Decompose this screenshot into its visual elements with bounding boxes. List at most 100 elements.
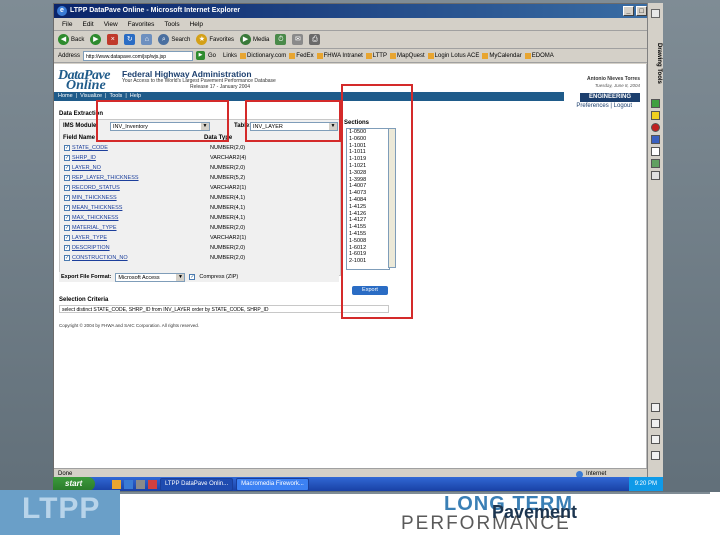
- go-arrow-icon[interactable]: ▶: [196, 51, 206, 60]
- search-icon: ⌕: [158, 34, 170, 45]
- refresh-button[interactable]: ↻: [124, 34, 136, 45]
- mail-button[interactable]: ✉: [292, 34, 304, 45]
- media-icon: ▶: [240, 34, 252, 45]
- maximize-button[interactable]: □: [636, 6, 647, 16]
- export-format-row: Export File Format: Microsoft Access ▼ ✓…: [59, 272, 339, 282]
- compress-label: Compress (ZIP): [199, 274, 239, 280]
- highlight-table: [245, 100, 341, 142]
- media-button[interactable]: ▶ Media: [240, 34, 269, 45]
- menu-favorites[interactable]: Favorites: [128, 18, 155, 30]
- release-info: Release 17 - January 2004: [190, 84, 251, 90]
- tool-icon[interactable]: [651, 135, 660, 144]
- taskbar-item-ie[interactable]: LTPP DataPave Onlin...: [160, 477, 234, 491]
- field-row: ✓ REP_LAYER_THICKNESS NUMBER(5,2): [64, 175, 246, 181]
- quicklaunch-icon[interactable]: [124, 479, 133, 489]
- link-icon: [240, 52, 247, 59]
- field-checkbox[interactable]: ✓: [64, 155, 70, 161]
- highlight-sections: [341, 84, 413, 319]
- link-icon: [365, 52, 372, 59]
- go-button[interactable]: Go: [208, 53, 216, 59]
- link-mycalendar[interactable]: MyCalendar: [482, 52, 522, 59]
- link-edoma[interactable]: EDOMA: [524, 52, 554, 59]
- address-bar: Address http://www.datapave.com/jsp/wjs.…: [54, 49, 662, 63]
- panel-icon[interactable]: [651, 9, 660, 18]
- field-checkbox[interactable]: ✓: [64, 165, 70, 171]
- field-checkbox[interactable]: ✓: [64, 175, 70, 181]
- field-checkbox[interactable]: ✓: [64, 185, 70, 191]
- tool-icon[interactable]: [651, 111, 660, 120]
- quicklaunch-icon[interactable]: [136, 479, 145, 489]
- quicklaunch-icon[interactable]: [112, 479, 121, 489]
- favorites-button[interactable]: ★ Favorites: [196, 34, 234, 45]
- link-icon: [524, 52, 531, 59]
- menu-help[interactable]: Help: [190, 18, 203, 30]
- tool-icon[interactable]: [651, 171, 660, 180]
- tool-icon[interactable]: [651, 159, 660, 168]
- tool-icon[interactable]: [651, 123, 660, 132]
- tool-icon[interactable]: [651, 403, 660, 412]
- quicklaunch-icon[interactable]: [148, 479, 157, 489]
- back-button[interactable]: ◀ Back: [58, 34, 84, 45]
- minimize-button[interactable]: _: [623, 6, 634, 16]
- extraction-form: IMS Module: INV_Inventory ▼ Table: INV_L…: [59, 119, 341, 276]
- preferences-logout[interactable]: Preferences | Logout: [576, 103, 632, 109]
- menu-bar: File Edit View Favorites Tools Help: [54, 18, 662, 31]
- field-checkbox[interactable]: ✓: [64, 245, 70, 251]
- stop-button[interactable]: ×: [107, 34, 119, 45]
- field-checkbox[interactable]: ✓: [64, 205, 70, 211]
- field-row: ✓ LAYER_TYPE VARCHAR2(1): [64, 235, 247, 241]
- menu-edit[interactable]: Edit: [82, 18, 93, 30]
- tool-icon[interactable]: [651, 147, 660, 156]
- export-format-select[interactable]: Microsoft Access ▼: [115, 272, 186, 282]
- link-lttp[interactable]: LTTP: [365, 52, 387, 59]
- home-button[interactable]: ⌂: [141, 34, 153, 45]
- menu-view[interactable]: View: [104, 18, 118, 30]
- link-icon: [289, 52, 296, 59]
- link-fhwa-intranet[interactable]: FHWA Intranet: [316, 52, 363, 59]
- forward-button[interactable]: ▶: [90, 34, 102, 45]
- field-checkbox[interactable]: ✓: [64, 145, 70, 151]
- window-title: LTPP DataPave Online - Microsoft Interne…: [70, 7, 241, 14]
- field-checkbox[interactable]: ✓: [64, 225, 70, 231]
- nav-home[interactable]: Home: [58, 92, 73, 101]
- field-checkbox[interactable]: ✓: [64, 235, 70, 241]
- print-button[interactable]: ⎙: [309, 34, 321, 45]
- address-input[interactable]: http://www.datapave.com/jsp/wjs.jsp: [83, 50, 194, 61]
- menu-file[interactable]: File: [62, 18, 72, 30]
- tool-icon[interactable]: [651, 419, 660, 428]
- taskbar-item-fireworks[interactable]: Macromedia Firework...: [236, 477, 309, 491]
- copyright-text: Copyright © 2004 by FHWA and SAIC Corpor…: [59, 323, 199, 328]
- link-icon: [389, 52, 396, 59]
- tool-icon[interactable]: [651, 435, 660, 444]
- drawing-tools-title: Drawing Tools: [656, 42, 662, 84]
- export-format-label: Export File Format:: [61, 274, 112, 280]
- tool-icon[interactable]: [651, 99, 660, 108]
- menu-tools[interactable]: Tools: [164, 18, 179, 30]
- link-mapquest[interactable]: MapQuest: [389, 52, 425, 59]
- field-checkbox[interactable]: ✓: [64, 195, 70, 201]
- toolbar: ◀ Back ▶ × ↻ ⌂ ⌕ Search ★ Favorites ▶ Me…: [54, 31, 662, 49]
- ltpp-logo-text: LTPP: [22, 492, 101, 525]
- field-row: ✓ SHRP_ID VARCHAR2(4): [64, 155, 247, 161]
- field-row: ✓ RECORD_STATUS VARCHAR2(1): [64, 185, 247, 191]
- nav-sep: |: [75, 93, 78, 99]
- highlight-ims-module: [96, 100, 229, 142]
- start-button[interactable]: start: [53, 477, 95, 491]
- search-button[interactable]: ⌕ Search: [158, 34, 190, 45]
- clock: 9:20 PM: [628, 477, 663, 491]
- taskbar: start LTPP DataPave Onlin... Macromedia …: [53, 477, 663, 491]
- field-checkbox[interactable]: ✓: [64, 215, 70, 221]
- tool-icon[interactable]: [651, 451, 660, 460]
- history-button[interactable]: ⏱: [275, 34, 287, 45]
- link-dictionary[interactable]: Dictionary.com: [240, 52, 286, 59]
- current-date: Tuesday, June 8, 2004: [594, 83, 640, 88]
- link-fedex[interactable]: FedEx: [289, 52, 314, 59]
- field-checkbox[interactable]: ✓: [64, 255, 70, 261]
- links-label: Links: [223, 52, 238, 59]
- compress-checkbox[interactable]: ✓: [189, 274, 196, 280]
- link-lotus[interactable]: Login Lotus ACE: [427, 52, 479, 59]
- field-row: ✓ MATERIAL_TYPE NUMBER(2,0): [64, 225, 246, 231]
- field-row: ✓ DESCRIPTION NUMBER(2,0): [64, 245, 246, 251]
- star-icon: ★: [196, 34, 208, 45]
- engineering-badge: ENGINEERING: [580, 93, 640, 102]
